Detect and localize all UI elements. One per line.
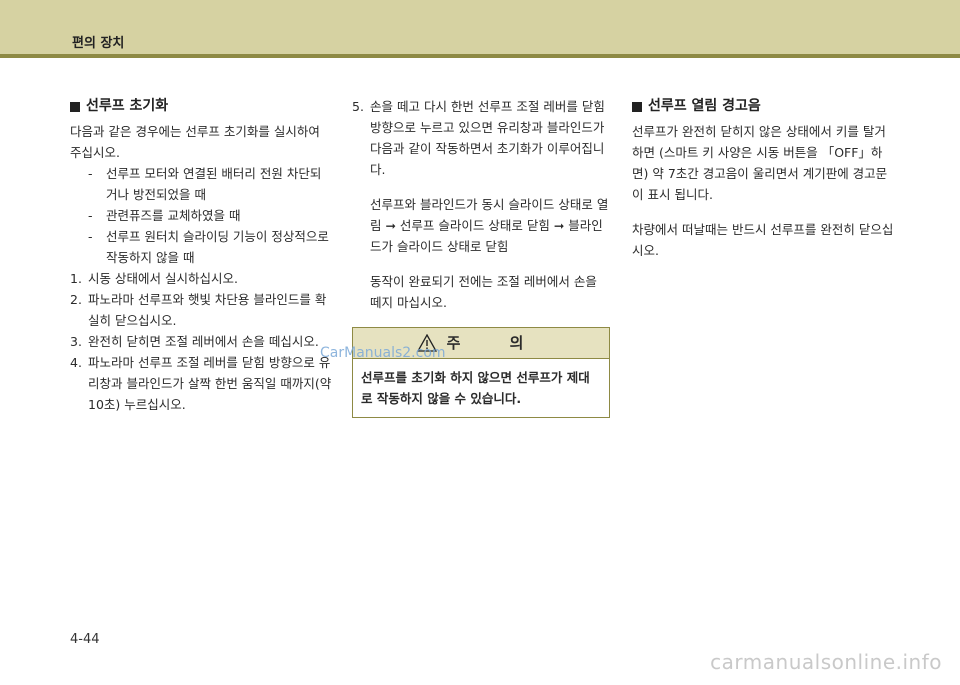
chapter-title: 편의 장치 bbox=[72, 36, 125, 51]
reset-intro: 다음과 같은 경우에는 선루프 초기화를 실시하여 주십시오. bbox=[70, 124, 320, 160]
list-item: - 선루프 원터치 슬라이딩 기능이 정상적으로 작동하지 않을 때 bbox=[88, 229, 329, 265]
section-title-reset: 선루프 초기화 bbox=[70, 96, 332, 117]
page-number: 4-44 bbox=[70, 632, 100, 647]
list-item: - 관련퓨즈를 교체하였을 때 bbox=[88, 208, 241, 223]
warning-advice: 차량에서 떠날때는 반드시 선루프를 완전히 닫으십시오. bbox=[632, 222, 894, 258]
warning-description: 선루프가 완전히 닫히지 않은 상태에서 키를 탈거 하면 (스마트 키 사양은… bbox=[632, 124, 888, 202]
column-reset-continued: 5. 손을 떼고 다시 한번 선루프 조절 레버를 닫힘 방향으로 누르고 있으면… bbox=[352, 96, 610, 418]
step-item: 5. 손을 떼고 다시 한번 선루프 조절 레버를 닫힘 방향으로 누르고 있으면… bbox=[352, 99, 605, 177]
square-bullet-icon bbox=[632, 101, 642, 112]
caution-text: 선루프를 초기화 하지 않으면 선루프가 제대로 작동하지 않을 수 있습니다. bbox=[361, 370, 590, 406]
page-header: 편의 장치 bbox=[0, 0, 960, 54]
header-rule bbox=[0, 54, 960, 58]
section-title-warning: 선루프 열림 경고음 bbox=[632, 96, 894, 117]
step-item: 2. 파노라마 선루프와 햇빛 차단용 블라인드를 확실히 닫으십시오. bbox=[70, 292, 327, 328]
list-item: - 선루프 모터와 연결된 배터리 전원 차단되거나 방전되었을 때 bbox=[88, 166, 322, 202]
square-bullet-icon bbox=[70, 101, 80, 112]
reset-note: 동작이 완료되기 전에는 조절 레버에서 손을 떼지 마십시오. bbox=[370, 274, 597, 310]
step-item: 1. 시동 상태에서 실시하십시오. bbox=[70, 271, 238, 286]
watermark-logo: CarManuals2.com bbox=[320, 345, 446, 361]
reset-sequence: 선루프와 블라인드가 동시 슬라이드 상태로 열림 ➞ 선루프 슬라이드 상태로… bbox=[370, 197, 609, 254]
step-item: 4. 파노라마 선루프 조절 레버를 닫힘 방향으로 유리창과 블라인드가 살짝 … bbox=[70, 355, 332, 412]
caution-title: 주 의 bbox=[446, 333, 546, 352]
step-item: 3. 완전히 닫히면 조절 레버에서 손을 떼십시오. bbox=[70, 334, 319, 349]
caution-box: 주 의 선루프를 초기화 하지 않으면 선루프가 제대로 작동하지 않을 수 있… bbox=[352, 327, 610, 418]
site-watermark: carmanualsonline.info bbox=[710, 650, 942, 674]
column-sunroof-warning: 선루프 열림 경고음 선루프가 완전히 닫히지 않은 상태에서 키를 탈거 하면… bbox=[632, 96, 894, 261]
column-sunroof-reset: 선루프 초기화 다음과 같은 경우에는 선루프 초기화를 실시하여 주십시오. … bbox=[70, 96, 332, 415]
